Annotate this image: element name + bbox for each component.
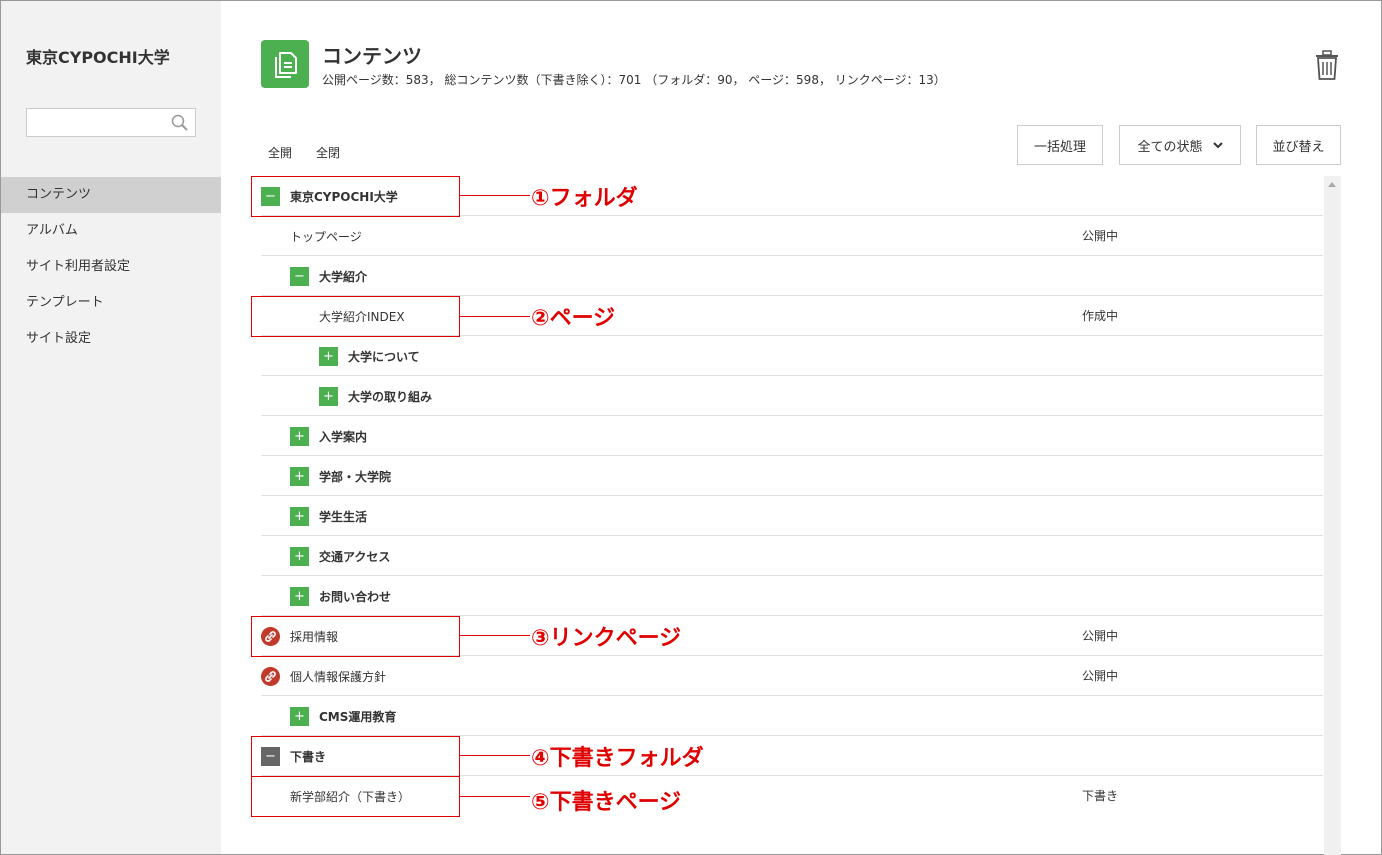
- annotation-box-page: [251, 296, 460, 337]
- tree-row-label[interactable]: 個人情報保護方針: [290, 668, 386, 685]
- annotation-label-folder: ①フォルダ: [531, 186, 638, 211]
- sidebar-item-templates[interactable]: テンプレート: [1, 285, 221, 321]
- status-label: 下書き: [1082, 789, 1119, 803]
- annotation-label-link-page: ③リンクページ: [531, 626, 682, 651]
- annotation-label-draft-page: ⑤下書きページ: [531, 790, 682, 815]
- tree-row[interactable]: + CMS運用教育: [261, 696, 1323, 736]
- link-icon: [261, 666, 280, 686]
- sort-label: 並び替え: [1272, 139, 1325, 155]
- sidebar-item-contents[interactable]: コンテンツ: [1, 177, 221, 213]
- tree-row-label[interactable]: トップページ: [290, 228, 362, 245]
- tree-row-label[interactable]: 学生生活: [319, 508, 367, 525]
- tree-row-label[interactable]: CMS運用教育: [319, 708, 396, 725]
- status-label: 作成中: [1082, 309, 1119, 323]
- expand-toggle[interactable]: +: [290, 506, 309, 526]
- status-filter-dropdown[interactable]: 全ての状態: [1119, 125, 1241, 165]
- tree-row[interactable]: + 入学案内: [261, 416, 1323, 456]
- tree-row-label[interactable]: 交通アクセス: [319, 548, 390, 565]
- annotation-box-folder: [251, 176, 460, 217]
- sort-button[interactable]: 並び替え: [1256, 125, 1341, 165]
- collapse-all-link[interactable]: 全閉: [316, 144, 340, 161]
- tree-row[interactable]: + お問い合わせ: [261, 576, 1323, 616]
- status-label: 公開中: [1082, 669, 1119, 683]
- sidebar-item-site-settings[interactable]: サイト設定: [1, 321, 221, 357]
- tree-row-label[interactable]: 学部・大学院: [319, 468, 391, 485]
- annotation-label-draft-folder: ④下書きフォルダ: [531, 746, 704, 771]
- site-title: 東京CYPOCHI大学: [26, 48, 170, 67]
- expand-toggle[interactable]: +: [319, 346, 338, 366]
- annotation-line: [460, 195, 530, 196]
- chevron-down-icon: [1212, 141, 1223, 148]
- annotation-box-draft-folder: [251, 736, 460, 777]
- annotation-line: [460, 635, 530, 636]
- expand-toggle[interactable]: +: [290, 466, 309, 486]
- annotation-box-draft-page: [251, 776, 460, 817]
- expand-toggle[interactable]: +: [290, 586, 309, 606]
- annotation-line: [460, 796, 530, 797]
- expand-all-link[interactable]: 全開: [268, 144, 292, 161]
- tree-row[interactable]: + 交通アクセス: [261, 536, 1323, 576]
- tree-row[interactable]: + 学生生活: [261, 496, 1323, 536]
- status-label: 公開中: [1082, 629, 1119, 643]
- annotation-box-link-page: [251, 616, 460, 657]
- tree-row[interactable]: + 大学の取り組み: [261, 376, 1323, 416]
- sidebar-nav: コンテンツ アルバム サイト利用者設定 テンプレート サイト設定: [1, 177, 221, 357]
- annotation-line: [460, 755, 530, 756]
- scroll-up-arrow[interactable]: [1328, 182, 1336, 187]
- search-input[interactable]: [26, 108, 196, 137]
- status-filter-label: 全ての状態: [1137, 139, 1203, 155]
- trash-icon[interactable]: [1313, 50, 1341, 80]
- bulk-action-label: 一括処理: [1033, 139, 1086, 155]
- expand-toggle[interactable]: +: [290, 546, 309, 566]
- tree-row[interactable]: − 大学紹介: [261, 256, 1323, 296]
- sidebar-item-album[interactable]: アルバム: [1, 213, 221, 249]
- page-title: コンテンツ: [322, 44, 422, 68]
- tree-row[interactable]: 個人情報保護方針 公開中: [261, 656, 1323, 696]
- annotation-label-page: ②ページ: [531, 306, 616, 331]
- status-label: 公開中: [1082, 229, 1119, 243]
- bulk-action-button[interactable]: 一括処理: [1017, 125, 1103, 165]
- collapse-toggle[interactable]: −: [290, 266, 309, 286]
- search-icon[interactable]: [171, 114, 189, 132]
- expand-toggle[interactable]: +: [290, 426, 309, 446]
- tree-row[interactable]: トップページ 公開中: [261, 216, 1323, 256]
- tree-row-label[interactable]: 大学紹介: [319, 268, 367, 285]
- scrollbar[interactable]: [1324, 176, 1341, 855]
- contents-icon: [261, 40, 309, 88]
- expand-toggle[interactable]: +: [290, 706, 309, 726]
- sidebar: 東京CYPOCHI大学 コンテンツ アルバム サイト利用者設定 テンプレート サ…: [1, 1, 221, 854]
- expand-toggle[interactable]: +: [319, 386, 338, 406]
- tree-row[interactable]: + 学部・大学院: [261, 456, 1323, 496]
- tree-row-label[interactable]: 大学について: [348, 348, 420, 365]
- content-stats: 公開ページ数：583， 総コンテンツ数（下書き除く）：701 （フォルダ：90，…: [322, 73, 946, 87]
- tree-row-label[interactable]: 入学案内: [319, 428, 367, 445]
- annotation-line: [460, 316, 530, 317]
- tree-row-label[interactable]: お問い合わせ: [319, 588, 391, 605]
- sidebar-item-site-users[interactable]: サイト利用者設定: [1, 249, 221, 285]
- tree-row[interactable]: + 大学について: [261, 336, 1323, 376]
- tree-row-label[interactable]: 大学の取り組み: [348, 388, 432, 405]
